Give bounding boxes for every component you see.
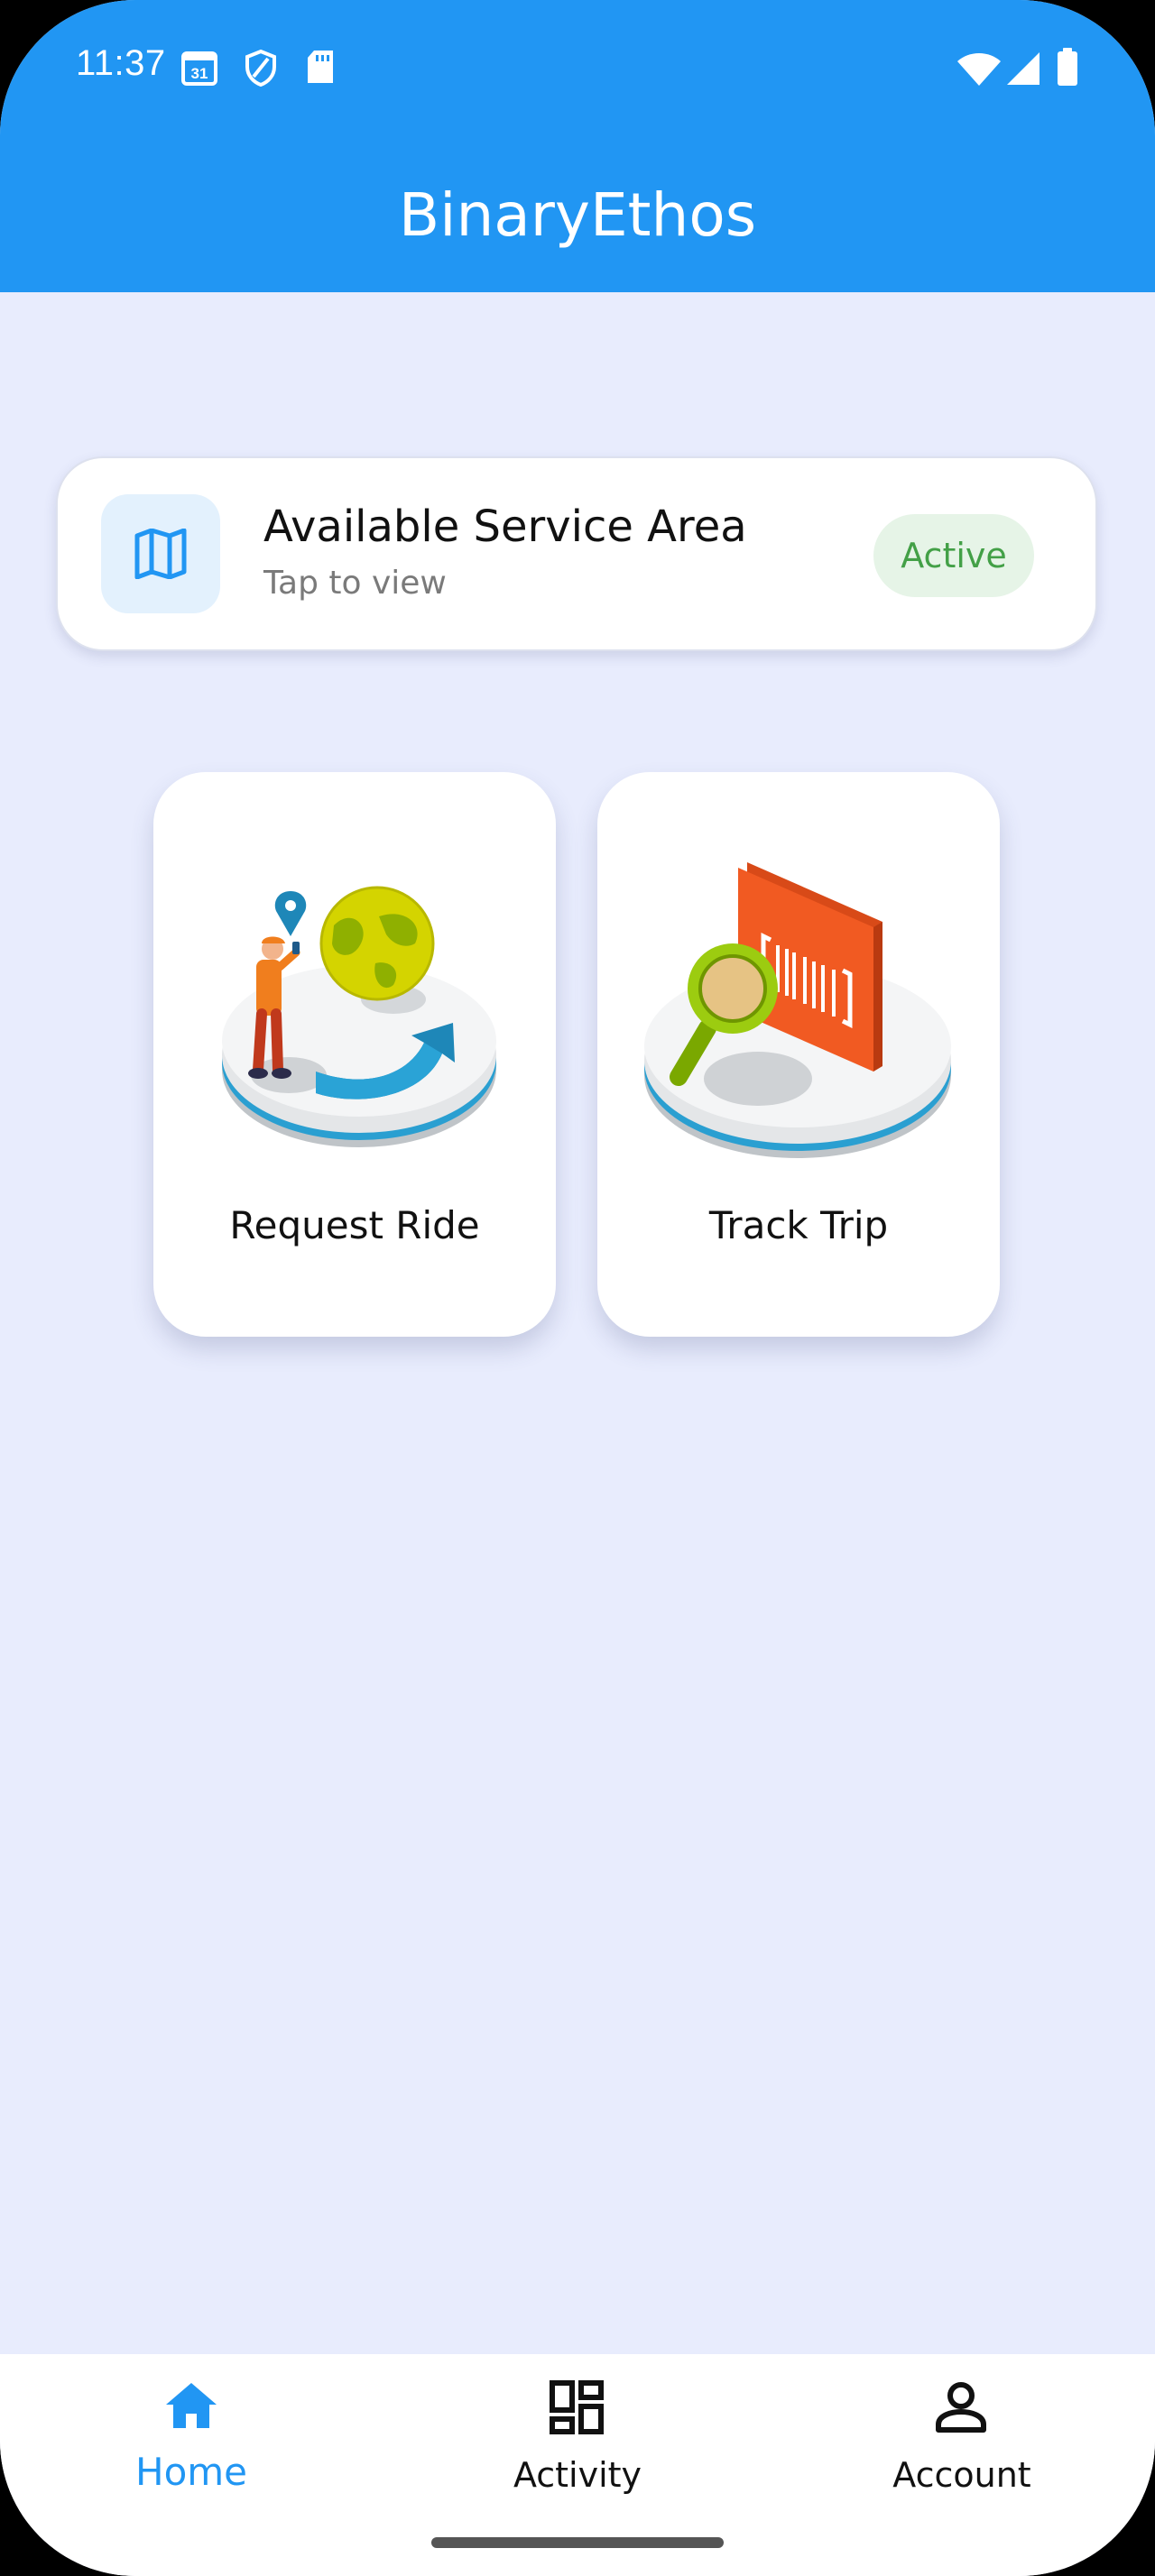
track-trip-illustration	[644, 862, 951, 1158]
battery-icon	[1056, 47, 1079, 90]
service-area-card[interactable]: Available Service Area Tap to view Activ…	[56, 456, 1097, 651]
home-icon	[166, 2383, 217, 2428]
nav-item-activity[interactable]: Activity	[442, 2354, 713, 2535]
request-ride-illustration	[222, 886, 496, 1147]
sd-card-icon	[305, 49, 336, 88]
nav-item-account[interactable]: Account	[827, 2354, 1097, 2535]
svg-text:31: 31	[191, 65, 208, 82]
track-trip-label: Track Trip	[708, 1203, 889, 1247]
service-area-subtitle: Tap to view	[263, 565, 447, 602]
status-time: 11:37	[76, 43, 166, 83]
shield-icon	[244, 49, 278, 90]
request-ride-label: Request Ride	[229, 1203, 480, 1247]
service-area-title: Available Service Area	[263, 501, 747, 552]
track-trip-tile[interactable]: Track Trip	[597, 772, 1000, 1337]
map-icon	[134, 529, 187, 579]
app-header: 11:37 31 BinaryEthos	[0, 0, 1155, 292]
nav-item-home[interactable]: Home	[56, 2354, 327, 2535]
wifi-icon	[956, 52, 1002, 90]
dashboard-icon	[550, 2380, 604, 2434]
nav-label-account: Account	[892, 2455, 1031, 2495]
map-icon-container	[101, 494, 220, 613]
nav-label-activity: Activity	[513, 2455, 642, 2495]
status-bar: 11:37 31	[0, 0, 1155, 135]
signal-icon	[1005, 51, 1041, 90]
nav-label-home: Home	[134, 2450, 248, 2494]
calendar-icon: 31	[180, 49, 218, 90]
home-indicator[interactable]	[431, 2537, 724, 2548]
person-icon	[936, 2382, 986, 2433]
app-title: BinaryEthos	[398, 180, 757, 250]
request-ride-tile[interactable]: Request Ride	[153, 772, 556, 1337]
status-badge: Active	[873, 514, 1034, 597]
app-screen: 11:37 31 BinaryEthos Available Service A…	[0, 0, 1155, 2576]
